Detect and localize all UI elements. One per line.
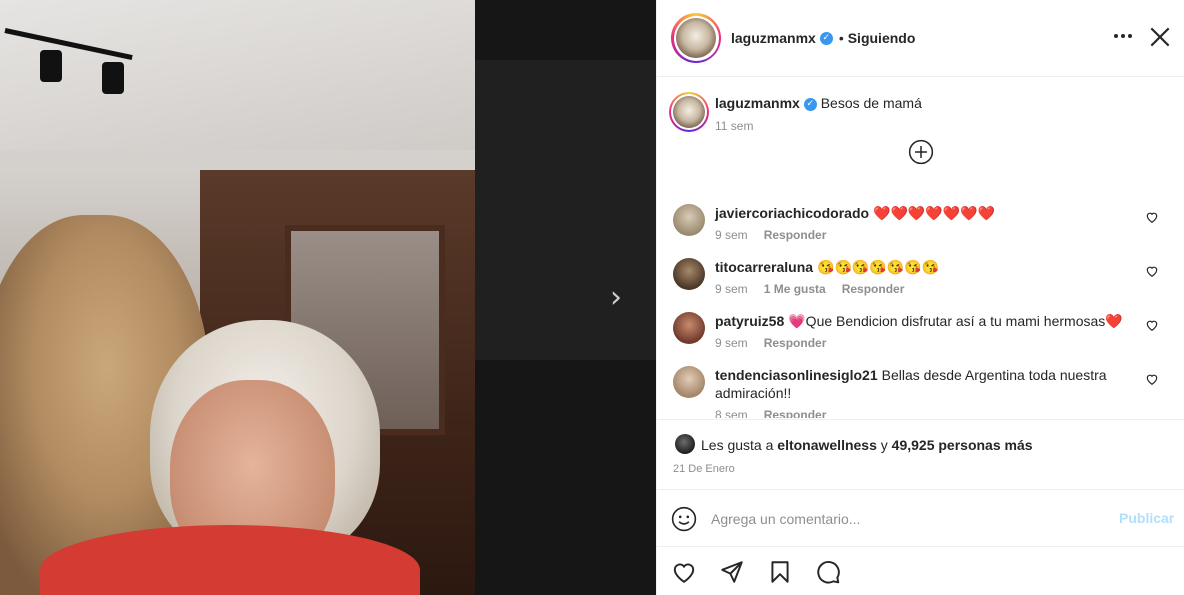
comment-avatar[interactable]	[673, 204, 705, 236]
comment-item: patyruiz58 💗Que Bendicion disfrutar así a…	[657, 304, 1184, 358]
comment-username[interactable]: titocarreraluna	[715, 259, 813, 275]
caption-line: laguzmanmx ✓ Besos de mamá	[715, 95, 922, 111]
like-comment-heart-icon[interactable]	[1145, 372, 1159, 386]
comment-text: ❤️❤️❤️❤️❤️❤️❤️	[873, 205, 996, 221]
photo-lamp	[102, 62, 124, 94]
following-button[interactable]: Siguiendo	[848, 30, 916, 46]
comment-likes-count[interactable]: 1 Me gusta	[764, 282, 826, 296]
comment-item: titocarreraluna 😘😘😘😘😘😘😘 9 sem 1 Me gusta Re…	[657, 250, 1184, 304]
comment-time[interactable]: 9 sem	[715, 336, 748, 350]
more-options-icon[interactable]	[1111, 24, 1135, 48]
caption-avatar-image	[673, 96, 705, 128]
comment-meta: 9 sem 1 Me gusta Responder	[715, 282, 904, 296]
like-comment-heart-icon[interactable]	[1145, 318, 1159, 332]
author-username[interactable]: laguzmanmx	[731, 30, 816, 46]
verified-badge-icon: ✓	[803, 97, 817, 111]
post-photo[interactable]	[0, 0, 475, 595]
reply-button[interactable]: Responder	[764, 408, 827, 418]
close-icon[interactable]	[1147, 24, 1173, 50]
liker-username[interactable]: eltonawellness	[777, 437, 877, 453]
comment-text: 😘😘😘😘😘😘😘	[817, 259, 940, 275]
caption-time[interactable]: 11 sem	[715, 119, 753, 133]
likes-summary: Les gusta a eltonawellness y 49,925 pers…	[701, 437, 1033, 453]
reply-button[interactable]: Responder	[764, 228, 827, 242]
reply-button[interactable]: Responder	[764, 336, 827, 350]
publish-button[interactable]: Publicar	[1119, 510, 1174, 526]
post-header: laguzmanmx ✓ • Siguiendo	[657, 0, 1184, 77]
caption-avatar[interactable]	[669, 92, 709, 132]
comment-input[interactable]	[711, 506, 1101, 532]
like-comment-heart-icon[interactable]	[1145, 264, 1159, 278]
comment-body: javiercoriachicodorado ❤️❤️❤️❤️❤️❤️❤️	[715, 204, 1135, 222]
likes-section: Les gusta a eltonawellness y 49,925 pers…	[657, 419, 1184, 489]
comment-time[interactable]: 8 sem	[715, 408, 748, 418]
liker-avatar[interactable]	[675, 434, 695, 454]
comment-username[interactable]: javiercoriachicodorado	[715, 205, 869, 221]
save-bookmark-icon[interactable]	[767, 559, 793, 585]
reply-button[interactable]: Responder	[842, 282, 905, 296]
comment-body: patyruiz58 💗Que Bendicion disfrutar así a…	[715, 312, 1135, 330]
photo-ceiling	[0, 0, 475, 150]
comment-avatar[interactable]	[673, 366, 705, 398]
backdrop-shade	[475, 60, 656, 360]
comment-meta: 9 sem Responder	[715, 228, 826, 242]
comment-meta: 8 sem Responder	[715, 408, 826, 418]
comment-username[interactable]: tendenciasonlinesiglo21	[715, 367, 878, 383]
header-separator: •	[838, 30, 844, 46]
author-avatar-image	[676, 18, 716, 58]
author-avatar[interactable]	[671, 13, 721, 63]
photo-lamp	[40, 50, 62, 82]
verified-badge-icon: ✓	[819, 31, 833, 45]
comment-item: tendenciasonlinesiglo21 Bellas desde Arge…	[657, 358, 1184, 418]
caption-username[interactable]: laguzmanmx	[715, 95, 800, 111]
comment-time[interactable]: 9 sem	[715, 282, 748, 296]
load-more-comments-icon[interactable]	[908, 139, 934, 165]
comment-meta: 9 sem Responder	[715, 336, 826, 350]
caption-text: Besos de mamá	[820, 95, 922, 111]
comment-body: titocarreraluna 😘😘😘😘😘😘😘	[715, 258, 1135, 276]
comment-avatar[interactable]	[673, 258, 705, 290]
likes-count-link[interactable]: 49,925 personas más	[892, 437, 1033, 453]
likes-prefix: Les gusta a	[701, 437, 774, 453]
comment-body: tendenciasonlinesiglo21 Bellas desde Arge…	[715, 366, 1135, 402]
comment-text: 💗Que Bendicion disfrutar así a tu mami h…	[788, 313, 1123, 329]
next-post-arrow-icon[interactable]: ›	[600, 282, 632, 314]
post-details-panel: laguzmanmx ✓ • Siguiendo laguzmanmx ✓ Bes…	[656, 0, 1184, 595]
post-actions	[657, 546, 1184, 595]
comments-list[interactable]: javiercoriachicodorado ❤️❤️❤️❤️❤️❤️❤️ 9 s…	[657, 196, 1184, 418]
add-comment-bar: Publicar	[657, 489, 1184, 546]
post-date[interactable]: 21 De Enero	[673, 463, 735, 475]
comment-avatar[interactable]	[673, 312, 705, 344]
comment-bubble-icon[interactable]	[815, 559, 841, 585]
like-heart-icon[interactable]	[671, 559, 697, 585]
like-comment-heart-icon[interactable]	[1145, 210, 1159, 224]
comment-username[interactable]: patyruiz58	[715, 313, 784, 329]
share-send-icon[interactable]	[719, 559, 745, 585]
likes-connector: y	[880, 437, 888, 453]
comment-item: javiercoriachicodorado ❤️❤️❤️❤️❤️❤️❤️ 9 s…	[657, 196, 1184, 250]
comment-time[interactable]: 9 sem	[715, 228, 748, 242]
emoji-icon[interactable]	[671, 506, 697, 532]
